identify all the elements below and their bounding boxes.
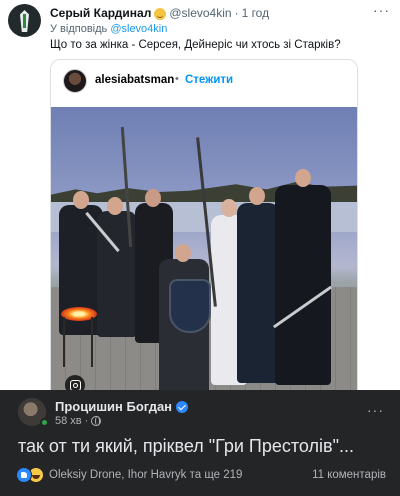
- comment-text: так от ти який, пріквел "Гри Престолів".…: [18, 436, 354, 456]
- timestamp[interactable]: 1 год: [242, 6, 270, 20]
- separator-dot: ·: [84, 415, 89, 427]
- separator-dot: ·: [234, 6, 239, 20]
- facebook-comment: Процишин Богдан 58 хв · ··· так от ти як…: [0, 390, 400, 496]
- reply-mention-link[interactable]: @slevo4kin: [110, 23, 167, 35]
- photo-person-head: [175, 244, 191, 262]
- reply-context: У відповідь @slevo4kin: [50, 23, 167, 35]
- reactions-text[interactable]: Oleksiy Drone, Ihor Havryk та ще 219: [49, 469, 242, 481]
- photo-shield: [169, 279, 211, 333]
- smile-emoji-icon: [154, 8, 167, 20]
- tweet-text: Що то за жінка - Серсея, Дейнеріс чи хто…: [50, 39, 341, 51]
- separator-dot: •: [175, 73, 179, 85]
- photo-person-head: [107, 197, 123, 215]
- photo-person-head: [295, 169, 311, 187]
- tie-icon: [23, 14, 26, 28]
- online-indicator-icon: [40, 418, 49, 427]
- instagram-embed[interactable]: alesiabatsman • Стежити: [50, 59, 358, 390]
- post-photo[interactable]: [51, 107, 357, 390]
- comments-count[interactable]: 11 коментарів: [312, 469, 386, 481]
- tweet-header: Серый Кардинал @slevo4kin · 1 год: [50, 6, 269, 20]
- more-icon[interactable]: ···: [373, 2, 390, 18]
- handle[interactable]: @slevo4kin: [169, 6, 231, 20]
- reply-prefix: У відповідь: [50, 23, 108, 35]
- photo-person-head: [221, 199, 237, 217]
- comment-meta: 58 хв ·: [55, 415, 102, 427]
- instagram-avatar[interactable]: [63, 69, 87, 93]
- commenter-name-row: Процишин Богдан: [55, 399, 189, 414]
- commenter-name[interactable]: Процишин Богдан: [55, 399, 172, 414]
- photo-person: [237, 203, 279, 383]
- photo-person-head: [145, 189, 161, 207]
- instagram-icon[interactable]: [65, 375, 85, 390]
- tweet: Серый Кардинал @slevo4kin · 1 год ··· У …: [0, 0, 400, 390]
- like-reaction-icon: [16, 467, 32, 483]
- photo-fire-stand: [63, 317, 93, 367]
- instagram-username[interactable]: alesiabatsman: [95, 74, 174, 86]
- comment-time[interactable]: 58 хв: [55, 415, 82, 427]
- photo-person: [275, 185, 331, 385]
- verified-icon: [176, 400, 189, 413]
- reactions-summary[interactable]: Oleksiy Drone, Ihor Havryk та ще 219: [16, 467, 242, 483]
- display-name[interactable]: Серый Кардинал: [50, 6, 151, 20]
- globe-icon: [91, 416, 102, 426]
- more-icon[interactable]: ···: [367, 402, 384, 418]
- avatar[interactable]: [8, 4, 41, 37]
- photo-person-head: [73, 191, 89, 209]
- photo-person-head: [249, 187, 265, 205]
- follow-button[interactable]: Стежити: [185, 74, 233, 86]
